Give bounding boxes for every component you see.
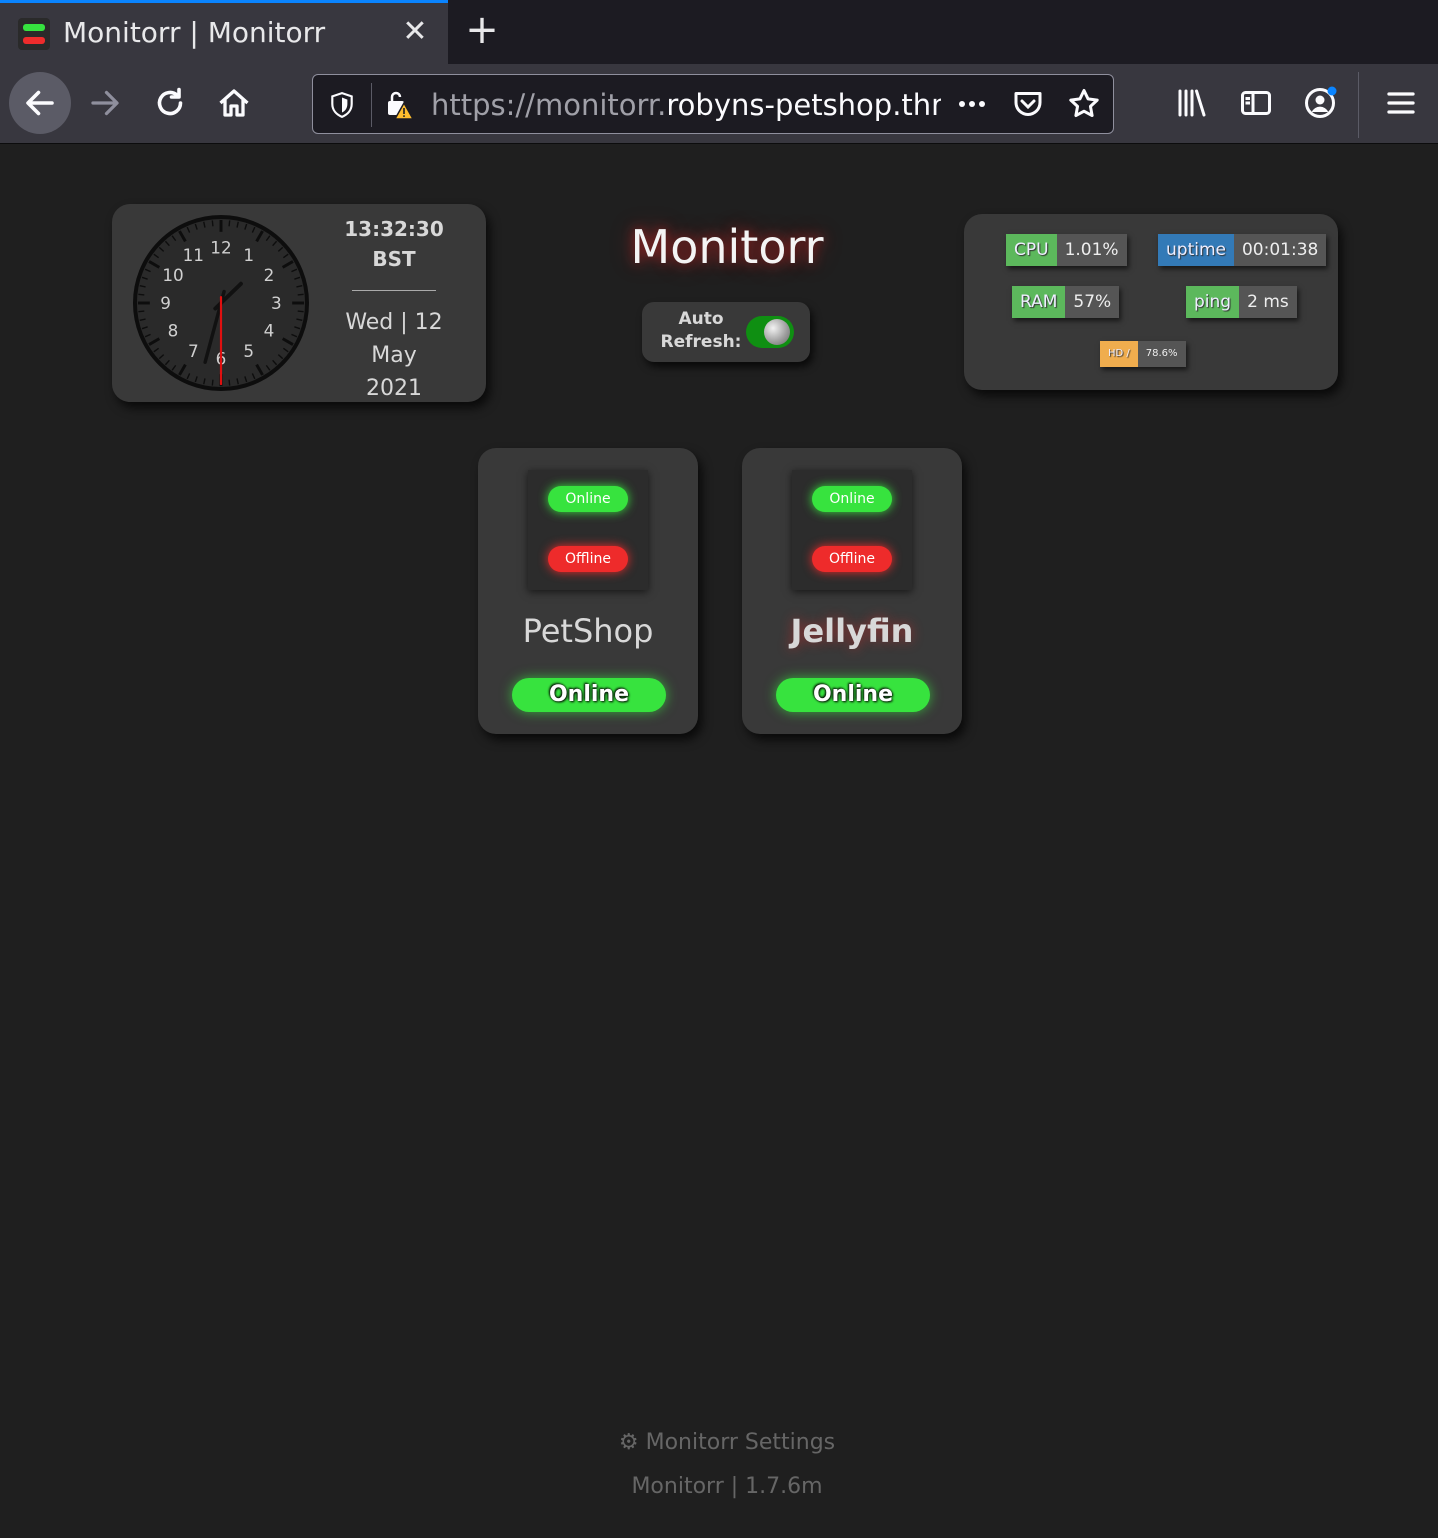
- header: Monitorr: [560, 218, 894, 276]
- cpu-stat: CPU 1.01%: [1006, 234, 1127, 266]
- back-arrow-icon: [26, 90, 54, 116]
- ping-value: 2 ms: [1239, 286, 1297, 318]
- account-icon[interactable]: [1299, 82, 1341, 124]
- more-icon[interactable]: [951, 83, 993, 125]
- ram-stat: RAM 57%: [1012, 286, 1120, 318]
- address-bar[interactable]: https://monitorr.robyns-petshop.thm: [312, 74, 1114, 134]
- service-name[interactable]: Jellyfin: [742, 610, 962, 652]
- back-button[interactable]: [9, 72, 71, 134]
- uptime-label: uptime: [1158, 234, 1234, 266]
- home-button[interactable]: [203, 72, 265, 134]
- uptime-value: 00:01:38: [1233, 234, 1327, 266]
- clock-numeral: 9: [160, 293, 171, 313]
- clock-numeral: 11: [183, 245, 204, 265]
- monitorr-favicon-icon: [18, 18, 50, 50]
- clock-date-line1: Wed | 12: [345, 310, 443, 335]
- preview-offline-pill: Offline: [548, 546, 628, 572]
- settings-label: Monitorr Settings: [645, 1430, 836, 1455]
- menu-icon[interactable]: [1380, 82, 1422, 124]
- ram-value: 57%: [1065, 286, 1120, 318]
- uptime-stat: uptime 00:01:38: [1158, 234, 1327, 266]
- cpu-label: CPU: [1006, 234, 1057, 266]
- service-preview-image: Online Offline: [792, 470, 912, 590]
- disk-stat: HD / 78.6%: [1100, 341, 1186, 367]
- disk-value: 78.6%: [1137, 341, 1186, 367]
- version-label: Monitorr | 1.7.6m: [631, 1474, 823, 1499]
- new-tab-plus-icon[interactable]: +: [462, 10, 502, 50]
- clock-tick: [297, 310, 304, 313]
- clock-numeral: 7: [188, 341, 199, 361]
- disk-label: HD /: [1100, 341, 1138, 367]
- tab-strip: Monitorr | Monitorr ✕ +: [0, 0, 1438, 64]
- system-stats-widget: CPU 1.01% uptime 00:01:38 RAM 57% ping 2…: [964, 214, 1338, 390]
- auto-refresh-toggle[interactable]: [746, 316, 794, 348]
- ram-label: RAM: [1012, 286, 1066, 318]
- service-name[interactable]: PetShop: [478, 610, 698, 652]
- ping-stat: ping 2 ms: [1186, 286, 1297, 318]
- preview-online-pill: Online: [812, 486, 892, 512]
- bookmark-star-icon[interactable]: [1063, 83, 1105, 125]
- auto-refresh-control: Auto Refresh:: [642, 302, 810, 362]
- clock-tick: [211, 379, 214, 386]
- clock-numeral: 1: [243, 245, 254, 265]
- navigation-toolbar: https://monitorr.robyns-petshop.thm: [0, 64, 1438, 144]
- gear-icon: ⚙: [618, 1430, 639, 1455]
- clock-numeral: 12: [210, 238, 231, 258]
- analog-clock: 121234567891011: [132, 214, 310, 392]
- clock-tick: [138, 293, 145, 296]
- clock-tick: [138, 310, 145, 313]
- toolbar-divider: [1358, 72, 1359, 138]
- url-text[interactable]: https://monitorr.robyns-petshop.thm: [431, 85, 941, 125]
- service-preview-image: Online Offline: [528, 470, 648, 590]
- clock-tick: [228, 220, 231, 227]
- forward-arrow-icon: [91, 90, 119, 116]
- tab-close-icon[interactable]: ✕: [398, 15, 432, 49]
- tab-title: Monitorr | Monitorr: [63, 16, 326, 49]
- clock-time-value: 13:32:30: [344, 217, 444, 241]
- reload-button[interactable]: [139, 72, 201, 134]
- pocket-icon[interactable]: [1007, 83, 1049, 125]
- shield-icon[interactable]: [325, 88, 359, 122]
- auto-refresh-label: Auto Refresh:: [660, 309, 742, 352]
- clock-numeral: 10: [162, 265, 183, 285]
- cpu-value: 1.01%: [1056, 234, 1127, 266]
- clock-time: 13:32:30 BST: [334, 214, 454, 274]
- monitorr-settings-link[interactable]: ⚙ Monitorr Settings: [560, 1430, 894, 1455]
- clock-widget: 121234567891011 13:32:30 BST Wed | 12 Ma…: [112, 204, 486, 402]
- preview-offline-pill: Offline: [812, 546, 892, 572]
- library-icon[interactable]: [1171, 82, 1213, 124]
- clock-numeral: 4: [264, 321, 275, 341]
- service-status-badge: Online: [512, 678, 666, 712]
- ping-label: ping: [1186, 286, 1240, 318]
- clock-numeral: 8: [168, 321, 179, 341]
- sidebar-icon[interactable]: [1235, 82, 1277, 124]
- clock-divider: [352, 290, 436, 291]
- clock-tick: [211, 220, 214, 227]
- toggle-knob: [764, 319, 790, 345]
- preview-online-pill: Online: [548, 486, 628, 512]
- clock-date-line2: May: [371, 343, 417, 368]
- clock-date: Wed | 12 May 2021: [334, 306, 454, 405]
- clock-numeral: 5: [243, 341, 254, 361]
- clock-numeral: 3: [271, 293, 282, 313]
- page-title[interactable]: Monitorr: [560, 218, 894, 276]
- insecure-lock-icon[interactable]: [383, 88, 417, 122]
- clock-tick: [297, 293, 304, 296]
- clock-timezone: BST: [372, 247, 416, 271]
- clock-numeral: 2: [264, 265, 275, 285]
- address-separator: [371, 83, 372, 127]
- service-status-badge: Online: [776, 678, 930, 712]
- home-icon: [219, 89, 249, 117]
- forward-button[interactable]: [74, 72, 136, 134]
- reload-icon: [157, 87, 183, 116]
- service-card-jellyfin[interactable]: Online Offline Jellyfin Online: [742, 448, 962, 734]
- service-card-petshop[interactable]: Online Offline PetShop Online: [478, 448, 698, 734]
- clock-date-line3: 2021: [366, 376, 422, 401]
- active-tab[interactable]: Monitorr | Monitorr ✕: [0, 0, 448, 64]
- clock-tick: [228, 379, 231, 386]
